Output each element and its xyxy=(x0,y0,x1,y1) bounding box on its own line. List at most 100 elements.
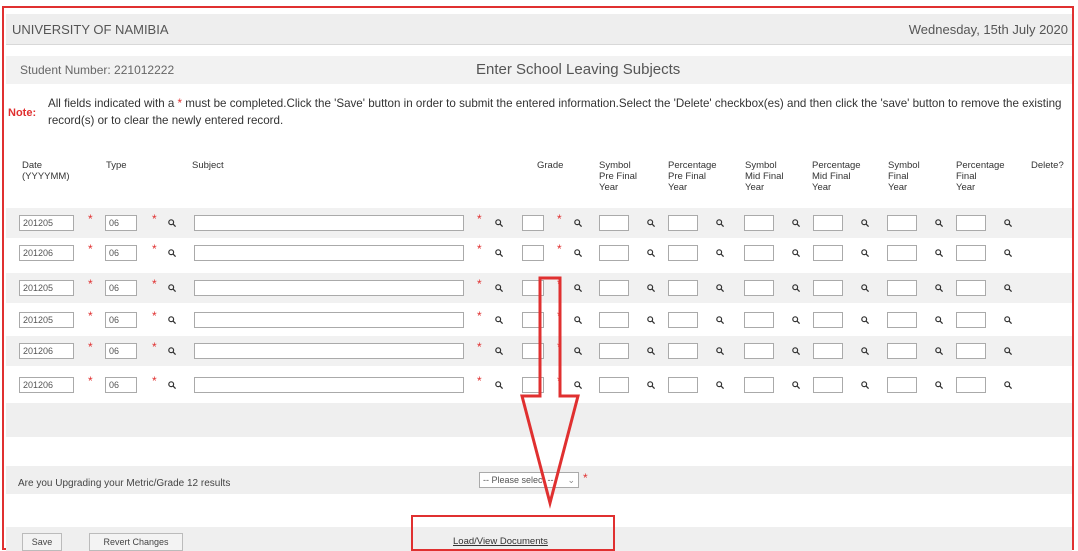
magnifier-icon[interactable] xyxy=(716,381,724,389)
symbol-final-input[interactable] xyxy=(887,215,917,231)
symbol-mid-final-input[interactable] xyxy=(744,215,774,231)
magnifier-icon[interactable] xyxy=(1004,249,1012,257)
magnifier-icon[interactable] xyxy=(716,347,724,355)
symbol-final-input[interactable] xyxy=(887,280,917,296)
percentage-pre-final-input[interactable] xyxy=(668,312,698,328)
magnifier-icon[interactable] xyxy=(792,347,800,355)
percentage-pre-final-input[interactable] xyxy=(668,280,698,296)
subject-input[interactable] xyxy=(194,245,464,261)
symbol-final-input[interactable] xyxy=(887,377,917,393)
magnifier-icon[interactable] xyxy=(647,347,655,355)
magnifier-icon[interactable] xyxy=(168,347,176,355)
magnifier-icon[interactable] xyxy=(1004,381,1012,389)
magnifier-icon[interactable] xyxy=(647,316,655,324)
upgrade-select[interactable]: -- Please select -- ⌄ xyxy=(479,472,579,488)
date-input[interactable]: 201205 xyxy=(19,215,74,231)
percentage-pre-final-input[interactable] xyxy=(668,343,698,359)
magnifier-icon[interactable] xyxy=(647,249,655,257)
magnifier-icon[interactable] xyxy=(1004,219,1012,227)
percentage-final-input[interactable] xyxy=(956,312,986,328)
percentage-pre-final-input[interactable] xyxy=(668,245,698,261)
magnifier-icon[interactable] xyxy=(495,249,503,257)
load-view-documents-link[interactable]: Load/View Documents xyxy=(453,536,548,547)
magnifier-icon[interactable] xyxy=(935,381,943,389)
magnifier-icon[interactable] xyxy=(495,316,503,324)
magnifier-icon[interactable] xyxy=(935,219,943,227)
magnifier-icon[interactable] xyxy=(861,347,869,355)
percentage-mid-final-input[interactable] xyxy=(813,312,843,328)
magnifier-icon[interactable] xyxy=(861,219,869,227)
type-input[interactable]: 06 xyxy=(105,215,137,231)
type-input[interactable]: 06 xyxy=(105,245,137,261)
magnifier-icon[interactable] xyxy=(168,316,176,324)
magnifier-icon[interactable] xyxy=(792,249,800,257)
percentage-pre-final-input[interactable] xyxy=(668,377,698,393)
percentage-mid-final-input[interactable] xyxy=(813,343,843,359)
symbol-mid-final-input[interactable] xyxy=(744,245,774,261)
type-input[interactable]: 06 xyxy=(105,377,137,393)
magnifier-icon[interactable] xyxy=(495,219,503,227)
magnifier-icon[interactable] xyxy=(1004,316,1012,324)
magnifier-icon[interactable] xyxy=(168,284,176,292)
date-input[interactable]: 201205 xyxy=(19,312,74,328)
magnifier-icon[interactable] xyxy=(792,316,800,324)
magnifier-icon[interactable] xyxy=(574,219,582,227)
magnifier-icon[interactable] xyxy=(792,219,800,227)
magnifier-icon[interactable] xyxy=(792,284,800,292)
magnifier-icon[interactable] xyxy=(716,284,724,292)
magnifier-icon[interactable] xyxy=(574,381,582,389)
symbol-final-input[interactable] xyxy=(887,245,917,261)
subject-input[interactable] xyxy=(194,280,464,296)
magnifier-icon[interactable] xyxy=(574,284,582,292)
percentage-pre-final-input[interactable] xyxy=(668,215,698,231)
grade-input[interactable] xyxy=(522,280,544,296)
revert-changes-button[interactable]: Revert Changes xyxy=(89,533,183,551)
grade-input[interactable] xyxy=(522,215,544,231)
symbol-mid-final-input[interactable] xyxy=(744,280,774,296)
magnifier-icon[interactable] xyxy=(647,284,655,292)
percentage-final-input[interactable] xyxy=(956,215,986,231)
magnifier-icon[interactable] xyxy=(574,347,582,355)
percentage-final-input[interactable] xyxy=(956,377,986,393)
symbol-pre-final-input[interactable] xyxy=(599,215,629,231)
magnifier-icon[interactable] xyxy=(1004,347,1012,355)
magnifier-icon[interactable] xyxy=(861,316,869,324)
magnifier-icon[interactable] xyxy=(495,284,503,292)
save-button[interactable]: Save xyxy=(22,533,62,551)
magnifier-icon[interactable] xyxy=(168,249,176,257)
date-input[interactable]: 201206 xyxy=(19,245,74,261)
magnifier-icon[interactable] xyxy=(935,249,943,257)
percentage-mid-final-input[interactable] xyxy=(813,215,843,231)
grade-input[interactable] xyxy=(522,377,544,393)
percentage-final-input[interactable] xyxy=(956,280,986,296)
magnifier-icon[interactable] xyxy=(495,381,503,389)
percentage-mid-final-input[interactable] xyxy=(813,377,843,393)
magnifier-icon[interactable] xyxy=(495,347,503,355)
magnifier-icon[interactable] xyxy=(574,249,582,257)
magnifier-icon[interactable] xyxy=(716,316,724,324)
subject-input[interactable] xyxy=(194,215,464,231)
magnifier-icon[interactable] xyxy=(861,249,869,257)
date-input[interactable]: 201205 xyxy=(19,280,74,296)
magnifier-icon[interactable] xyxy=(1004,284,1012,292)
grade-input[interactable] xyxy=(522,245,544,261)
symbol-mid-final-input[interactable] xyxy=(744,343,774,359)
date-input[interactable]: 201206 xyxy=(19,343,74,359)
grade-input[interactable] xyxy=(522,312,544,328)
magnifier-icon[interactable] xyxy=(168,219,176,227)
magnifier-icon[interactable] xyxy=(935,316,943,324)
symbol-final-input[interactable] xyxy=(887,312,917,328)
symbol-pre-final-input[interactable] xyxy=(599,377,629,393)
magnifier-icon[interactable] xyxy=(792,381,800,389)
symbol-final-input[interactable] xyxy=(887,343,917,359)
type-input[interactable]: 06 xyxy=(105,280,137,296)
magnifier-icon[interactable] xyxy=(935,347,943,355)
magnifier-icon[interactable] xyxy=(647,381,655,389)
symbol-pre-final-input[interactable] xyxy=(599,245,629,261)
type-input[interactable]: 06 xyxy=(105,343,137,359)
magnifier-icon[interactable] xyxy=(168,381,176,389)
symbol-pre-final-input[interactable] xyxy=(599,280,629,296)
magnifier-icon[interactable] xyxy=(716,219,724,227)
symbol-mid-final-input[interactable] xyxy=(744,312,774,328)
magnifier-icon[interactable] xyxy=(861,284,869,292)
